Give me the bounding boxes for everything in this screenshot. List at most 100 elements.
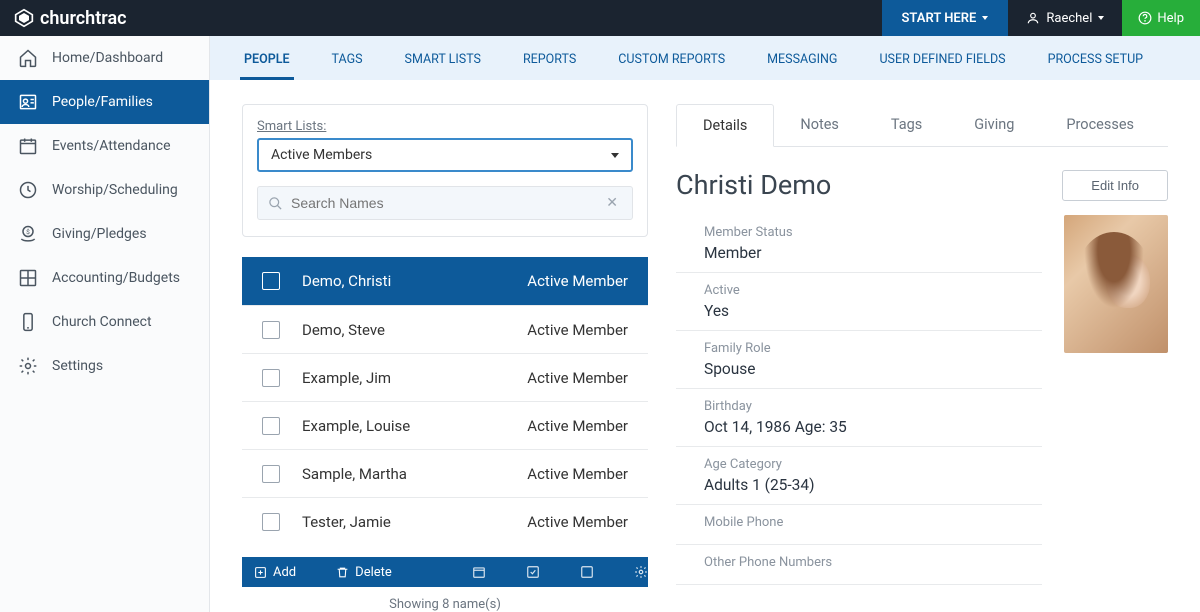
chevron-down-icon <box>1098 16 1104 20</box>
delete-button[interactable]: Delete <box>336 565 392 580</box>
row-checkbox[interactable] <box>262 369 280 387</box>
start-here-button[interactable]: START HERE <box>882 0 1009 36</box>
people-list-panel: Smart Lists: Active Members ✕ Demo, Ch <box>242 104 648 612</box>
sidebar-item-accounting[interactable]: Accounting/Budgets <box>0 256 209 300</box>
tab-process-setup[interactable]: PROCESS SETUP <box>1044 40 1147 80</box>
search-icon <box>268 196 283 211</box>
person-row[interactable]: Demo, Steve Active Member <box>242 305 648 353</box>
user-menu[interactable]: Raechel <box>1008 0 1122 36</box>
tab-smart-lists[interactable]: SMART LISTS <box>401 40 485 80</box>
tab-udf[interactable]: USER DEFINED FIELDS <box>875 40 1009 80</box>
tab-messaging[interactable]: MESSAGING <box>763 40 841 80</box>
row-checkbox[interactable] <box>262 465 280 483</box>
money-icon: $ <box>18 224 38 244</box>
user-name: Raechel <box>1046 11 1092 26</box>
tab-reports[interactable]: REPORTS <box>519 40 580 80</box>
search-wrap: ✕ <box>257 186 633 220</box>
dtab-giving[interactable]: Giving <box>948 104 1040 146</box>
help-button[interactable]: Help <box>1122 0 1200 36</box>
field-other-phones: Other Phone Numbers <box>676 545 1042 585</box>
field-value: Spouse <box>704 360 1042 378</box>
sidebar-item-home[interactable]: Home/Dashboard <box>0 36 209 80</box>
smart-lists-label: Smart Lists: <box>257 119 633 134</box>
calendar-icon[interactable] <box>472 565 486 579</box>
person-detail-name: Christi Demo <box>676 169 831 201</box>
field-label: Family Role <box>704 341 1042 356</box>
chevron-down-icon <box>982 16 988 20</box>
person-name: Example, Louise <box>302 417 527 435</box>
topbar: churchtrac START HERE Raechel Help <box>0 0 1200 36</box>
person-avatar[interactable] <box>1064 215 1168 353</box>
row-checkbox[interactable] <box>262 417 280 435</box>
sidebar-item-worship[interactable]: Worship/Scheduling <box>0 168 209 212</box>
person-row[interactable]: Example, Louise Active Member <box>242 401 648 449</box>
sidebar-item-label: Events/Attendance <box>52 138 171 154</box>
smart-list-select[interactable]: Active Members <box>257 138 633 172</box>
field-birthday: Birthday Oct 14, 1986 Age: 35 <box>676 389 1042 447</box>
person-status: Active Member <box>527 369 628 387</box>
add-button[interactable]: Add <box>254 565 296 580</box>
field-label: Other Phone Numbers <box>704 555 1042 570</box>
people-icon <box>18 92 38 112</box>
showing-count: Showing 8 name(s) <box>242 587 648 612</box>
action-bar: Add Delete <box>242 557 648 587</box>
user-icon <box>1026 11 1040 25</box>
people-rows: Demo, Christi Active Member Demo, Steve … <box>242 257 648 557</box>
edit-info-button[interactable]: Edit Info <box>1062 170 1168 201</box>
tab-custom-reports[interactable]: CUSTOM REPORTS <box>614 40 729 80</box>
person-row[interactable]: Example, Jim Active Member <box>242 353 648 401</box>
field-mobile-phone: Mobile Phone <box>676 505 1042 545</box>
tab-people[interactable]: PEOPLE <box>240 40 294 80</box>
person-row[interactable]: Demo, Christi Active Member <box>242 257 648 305</box>
sidebar-item-label: People/Families <box>52 94 153 110</box>
sidebar-item-label: Church Connect <box>52 314 152 330</box>
field-label: Member Status <box>704 225 1042 240</box>
sidebar-item-label: Worship/Scheduling <box>52 182 178 198</box>
person-row[interactable]: Tester, Jamie Active Member <box>242 497 648 545</box>
detail-panel: Details Notes Tags Giving Processes Chri… <box>676 104 1168 612</box>
person-status: Active Member <box>527 417 628 435</box>
row-checkbox[interactable] <box>262 272 280 290</box>
field-family-role: Family Role Spouse <box>676 331 1042 389</box>
svg-text:$: $ <box>26 228 30 236</box>
sidebar-item-settings[interactable]: Settings <box>0 344 209 388</box>
sidebar-item-connect[interactable]: Church Connect <box>0 300 209 344</box>
select-value: Active Members <box>271 147 372 163</box>
dtab-processes[interactable]: Processes <box>1040 104 1160 146</box>
add-label: Add <box>273 565 296 580</box>
clear-search-button[interactable]: ✕ <box>602 195 622 211</box>
sidebar-item-giving[interactable]: $ Giving/Pledges <box>0 212 209 256</box>
uncheck-all-icon[interactable] <box>580 565 594 579</box>
home-icon <box>18 48 38 68</box>
field-value: Yes <box>704 302 1042 320</box>
field-value: Adults 1 (25-34) <box>704 476 1042 494</box>
row-checkbox[interactable] <box>262 513 280 531</box>
dtab-details[interactable]: Details <box>676 104 774 147</box>
section-tabs: PEOPLE TAGS SMART LISTS REPORTS CUSTOM R… <box>210 36 1200 80</box>
field-value: Oct 14, 1986 Age: 35 <box>704 418 1042 436</box>
search-input[interactable] <box>283 195 602 211</box>
field-label: Active <box>704 283 1042 298</box>
plus-icon <box>254 566 267 579</box>
check-all-icon[interactable] <box>526 565 540 579</box>
mobile-icon <box>18 312 38 332</box>
help-label: Help <box>1157 11 1184 26</box>
person-name: Example, Jim <box>302 369 527 387</box>
dtab-tags[interactable]: Tags <box>865 104 948 146</box>
person-status: Active Member <box>527 321 628 339</box>
calendar-icon <box>18 136 38 156</box>
row-checkbox[interactable] <box>262 321 280 339</box>
person-status: Active Member <box>527 465 628 483</box>
sidebar-item-people[interactable]: People/Families <box>0 80 209 124</box>
sidebar-item-events[interactable]: Events/Attendance <box>0 124 209 168</box>
person-status: Active Member <box>527 272 628 290</box>
brand-logo[interactable]: churchtrac <box>0 8 141 29</box>
tab-tags[interactable]: TAGS <box>328 40 367 80</box>
person-row[interactable]: Sample, Martha Active Member <box>242 449 648 497</box>
field-label: Birthday <box>704 399 1042 414</box>
gear-icon[interactable] <box>634 565 648 579</box>
person-status: Active Member <box>527 513 628 531</box>
dtab-notes[interactable]: Notes <box>774 104 865 146</box>
field-active: Active Yes <box>676 273 1042 331</box>
clock-icon <box>18 180 38 200</box>
